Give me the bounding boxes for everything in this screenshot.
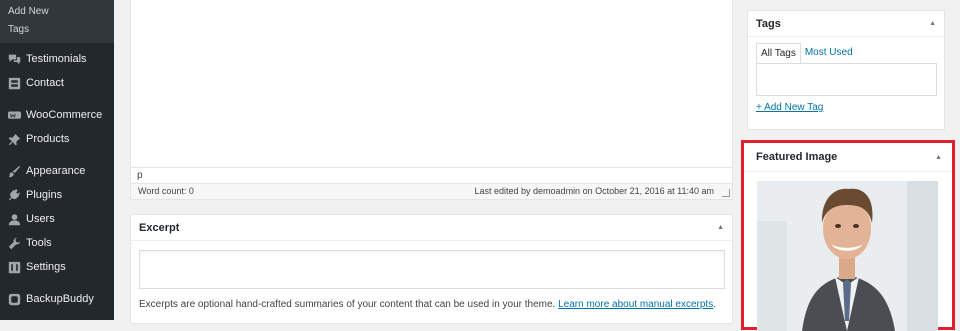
sidebar-item-label: BackupBuddy [26,293,94,305]
featured-image-header[interactable]: Featured Image ▲ [744,143,952,172]
editor-path: p [131,167,732,183]
submenu-add-new[interactable]: Add New [0,4,114,22]
tag-tabs: All Tags Most Used [756,43,857,63]
add-new-tag-link[interactable]: + Add New Tag [756,102,823,113]
submenu-tags[interactable]: Tags [0,22,114,40]
sidebar-item-contact[interactable]: Contact [0,72,114,94]
word-count: Word count: 0 [138,186,194,196]
tags-title: Tags [756,17,781,30]
woocommerce-icon [7,108,21,122]
sidebar-item-label: Plugins [26,189,63,201]
sidebar-item-plugins[interactable]: Plugins [0,184,114,206]
excerpt-help-link[interactable]: Learn more about manual excerpts [558,299,713,310]
brush-icon [7,164,21,178]
sidebar-item-label: Contact [26,77,64,89]
excerpt-box: Excerpt ▲ Excerpts are optional hand-cra… [130,214,733,324]
tags-box: Tags ▲ All Tags Most Used + Add New Tag [747,10,945,130]
excerpt-help-text: Excerpts are optional hand-crafted summa… [139,299,556,310]
collapse-arrow-icon[interactable]: ▲ [935,154,942,161]
excerpt-title: Excerpt [139,221,180,234]
last-edited: Last edited by demoadmin on October 21, … [474,186,715,196]
sidebar-item-label: Appearance [26,165,86,177]
tag-cloud-area [756,63,937,96]
sidebar-item-backupbuddy[interactable]: BackupBuddy [0,288,114,310]
pin-icon [7,132,21,146]
featured-image-thumbnail[interactable] [757,181,938,331]
sidebar-item-testimonials[interactable]: Testimonials [0,48,114,70]
businessman-photo [757,181,938,331]
collapse-arrow-icon[interactable]: ▲ [717,224,724,231]
featured-image-box: Featured Image ▲ [741,140,955,331]
editor-status-bar: Word count: 0 Last edited by demoadmin o… [131,183,732,199]
sidebar-item-label: Settings [26,261,66,273]
tags-header[interactable]: Tags ▲ [748,11,944,37]
sidebar-item-woocommerce[interactable]: WooCommerce [0,104,114,126]
plug-icon [7,188,21,202]
posts-submenu: Add New Tags [0,0,114,43]
sidebar-item-products[interactable]: Products [0,128,114,150]
sidebar-item-label: WooCommerce [26,109,103,121]
tab-most-used[interactable]: Most Used [801,43,857,63]
sidebar-item-label: Products [26,133,70,145]
featured-image-title: Featured Image [756,151,838,163]
sidebar-item-label: Testimonials [26,53,87,65]
backup-icon [7,292,21,306]
sidebar-item-tools[interactable]: Tools [0,232,114,254]
admin-sidebar: Add New Tags Testimonials Contact WooCom… [0,0,114,320]
excerpt-header[interactable]: Excerpt ▲ [131,215,732,241]
settings-icon [7,260,21,274]
testimonials-icon [7,52,21,66]
excerpt-help: Excerpts are optional hand-crafted summa… [139,299,716,310]
excerpt-help-end: . [713,299,716,310]
wrench-icon [7,236,21,250]
sidebar-item-label: Users [26,213,55,225]
excerpt-textarea[interactable] [139,250,725,289]
tab-all-tags[interactable]: All Tags [756,43,801,63]
sidebar-item-label: Tools [26,237,52,249]
resize-handle[interactable] [722,189,730,197]
sidebar-item-users[interactable]: Users [0,208,114,230]
user-icon [7,212,21,226]
collapse-arrow-icon[interactable]: ▲ [929,20,936,27]
content-editor[interactable]: p Word count: 0 Last edited by demoadmin… [130,0,733,200]
contact-icon [7,76,21,90]
sidebar-item-appearance[interactable]: Appearance [0,160,114,182]
sidebar-item-settings[interactable]: Settings [0,256,114,278]
